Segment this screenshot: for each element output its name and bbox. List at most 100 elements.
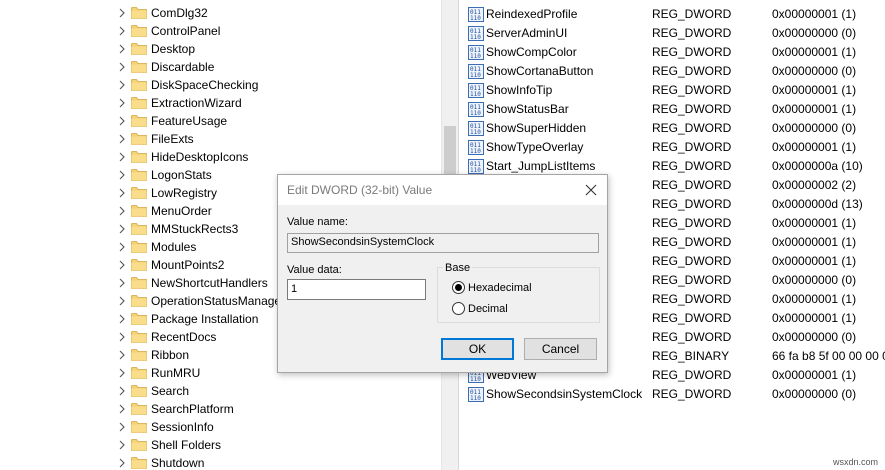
value-data: 0x00000000 (0) (772, 64, 857, 78)
value-row[interactable]: 011 110 ShowCortanaButton REG_DWORD 0x000000… (462, 62, 885, 81)
chevron-right-icon[interactable] (116, 151, 128, 163)
folder-icon (131, 276, 147, 289)
folder-icon (131, 60, 147, 73)
tree-item[interactable]: HideDesktopIcons (0, 148, 441, 166)
dialog-titlebar[interactable]: Edit DWORD (32-bit) Value (278, 175, 607, 205)
svg-text:110: 110 (470, 53, 481, 60)
value-row[interactable]: 011 110 ShowCompColor REG_DWORD 0x00000001 (… (462, 43, 885, 62)
tree-item[interactable]: Desktop (0, 40, 441, 58)
tree-item[interactable]: DiskSpaceChecking (0, 76, 441, 94)
chevron-right-icon[interactable] (116, 133, 128, 145)
tree-item[interactable]: ControlPanel (0, 22, 441, 40)
chevron-right-icon[interactable] (116, 385, 128, 397)
tree-item[interactable]: SearchPlatform (0, 400, 441, 418)
value-row[interactable]: 011 110 ShowInfoTip REG_DWORD 0x00000001 (1) (462, 81, 885, 100)
edit-dword-dialog: Edit DWORD (32-bit) Value Value name: Sh… (277, 174, 608, 373)
value-row[interactable]: 011 110 ServerAdminUI REG_DWORD 0x00000000 (… (462, 24, 885, 43)
chevron-right-icon[interactable] (116, 97, 128, 109)
decimal-radio[interactable]: Decimal (452, 302, 508, 315)
tree-item[interactable]: FileExts (0, 130, 441, 148)
folder-icon (131, 132, 147, 145)
value-data: 0x0000000d (13) (772, 197, 863, 211)
value-type: REG_DWORD (652, 311, 732, 325)
value-data: 0x00000001 (1) (772, 311, 857, 325)
value-data-label: Value data: (287, 264, 342, 276)
chevron-right-icon[interactable] (116, 241, 128, 253)
chevron-right-icon[interactable] (116, 79, 128, 91)
chevron-right-icon[interactable] (116, 403, 128, 415)
chevron-right-icon[interactable] (116, 115, 128, 127)
chevron-right-icon[interactable] (116, 313, 128, 325)
value-type: REG_DWORD (652, 121, 732, 135)
cancel-button[interactable]: Cancel (524, 338, 597, 360)
value-type: REG_DWORD (652, 26, 732, 40)
chevron-right-icon[interactable] (116, 43, 128, 55)
chevron-right-icon[interactable] (116, 25, 128, 37)
chevron-right-icon[interactable] (116, 205, 128, 217)
chevron-right-icon[interactable] (116, 349, 128, 361)
value-data: 0x00000001 (1) (772, 292, 857, 306)
dword-value-icon: 011110 (468, 45, 484, 60)
hexadecimal-label: Hexadecimal (468, 281, 532, 294)
tree-item[interactable]: Shutdown (0, 454, 441, 470)
folder-icon (131, 24, 147, 37)
value-type: REG_DWORD (652, 102, 732, 116)
value-type: REG_DWORD (652, 83, 732, 97)
tree-item-label: FileExts (151, 132, 194, 146)
radio-selected-icon[interactable] (452, 281, 465, 294)
ok-button[interactable]: OK (441, 338, 514, 360)
value-type: REG_DWORD (652, 159, 732, 173)
svg-text:110: 110 (470, 110, 481, 117)
tree-item[interactable]: FeatureUsage (0, 112, 441, 130)
tree-item-label: Discardable (151, 60, 215, 74)
folder-icon (131, 384, 147, 397)
chevron-right-icon[interactable] (116, 331, 128, 343)
folder-icon (131, 42, 147, 55)
tree-item-label: Search (151, 384, 190, 398)
value-row[interactable]: 011 110 ShowTypeOverlay REG_DWORD 0x00000001… (462, 138, 885, 157)
value-row[interactable]: 011 110 ShowSuperHidden REG_DWORD 0x00000000… (462, 119, 885, 138)
chevron-right-icon[interactable] (116, 421, 128, 433)
value-row[interactable]: 011 110 ShowSecondsinSystemClock REG_DWORD 0… (462, 385, 885, 404)
chevron-right-icon[interactable] (116, 223, 128, 235)
svg-text:110: 110 (470, 376, 481, 383)
tree-item[interactable]: ExtractionWizard (0, 94, 441, 112)
tree-item-label: RecentDocs (151, 330, 217, 344)
folder-icon (131, 420, 147, 433)
chevron-right-icon[interactable] (116, 169, 128, 181)
tree-item-label: MountPoints2 (151, 258, 225, 272)
folder-icon (131, 294, 147, 307)
value-data-input[interactable]: 1 (287, 279, 426, 300)
chevron-right-icon[interactable] (116, 7, 128, 19)
tree-item-label: FeatureUsage (151, 114, 228, 128)
decimal-label: Decimal (468, 302, 508, 315)
chevron-right-icon[interactable] (116, 277, 128, 289)
tree-item[interactable]: Discardable (0, 58, 441, 76)
folder-icon (131, 312, 147, 325)
chevron-right-icon[interactable] (116, 295, 128, 307)
chevron-right-icon[interactable] (116, 259, 128, 271)
tree-item-label: MenuOrder (151, 204, 212, 218)
svg-text:110: 110 (470, 148, 481, 155)
folder-icon (131, 258, 147, 271)
chevron-right-icon[interactable] (116, 457, 128, 469)
chevron-right-icon[interactable] (116, 439, 128, 451)
tree-item[interactable]: SessionInfo (0, 418, 441, 436)
close-icon[interactable] (583, 182, 599, 198)
chevron-right-icon[interactable] (116, 61, 128, 73)
value-data: 0x00000001 (1) (772, 368, 857, 382)
tree-item[interactable]: ComDlg32 (0, 4, 441, 22)
value-type: REG_DWORD (652, 7, 732, 21)
tree-item[interactable]: Search (0, 382, 441, 400)
tree-item-label: Shell Folders (151, 438, 222, 452)
svg-text:110: 110 (470, 72, 481, 79)
folder-icon (131, 168, 147, 181)
value-row[interactable]: 011 110 ShowStatusBar REG_DWORD 0x00000001 (… (462, 100, 885, 119)
value-name: ShowStatusBar (486, 102, 569, 116)
radio-unselected-icon[interactable] (452, 302, 465, 315)
chevron-right-icon[interactable] (116, 187, 128, 199)
chevron-right-icon[interactable] (116, 367, 128, 379)
tree-item[interactable]: Shell Folders (0, 436, 441, 454)
value-row[interactable]: 011 110 ReindexedProfile REG_DWORD 0x0000000… (462, 5, 885, 24)
hexadecimal-radio[interactable]: Hexadecimal (452, 281, 532, 294)
